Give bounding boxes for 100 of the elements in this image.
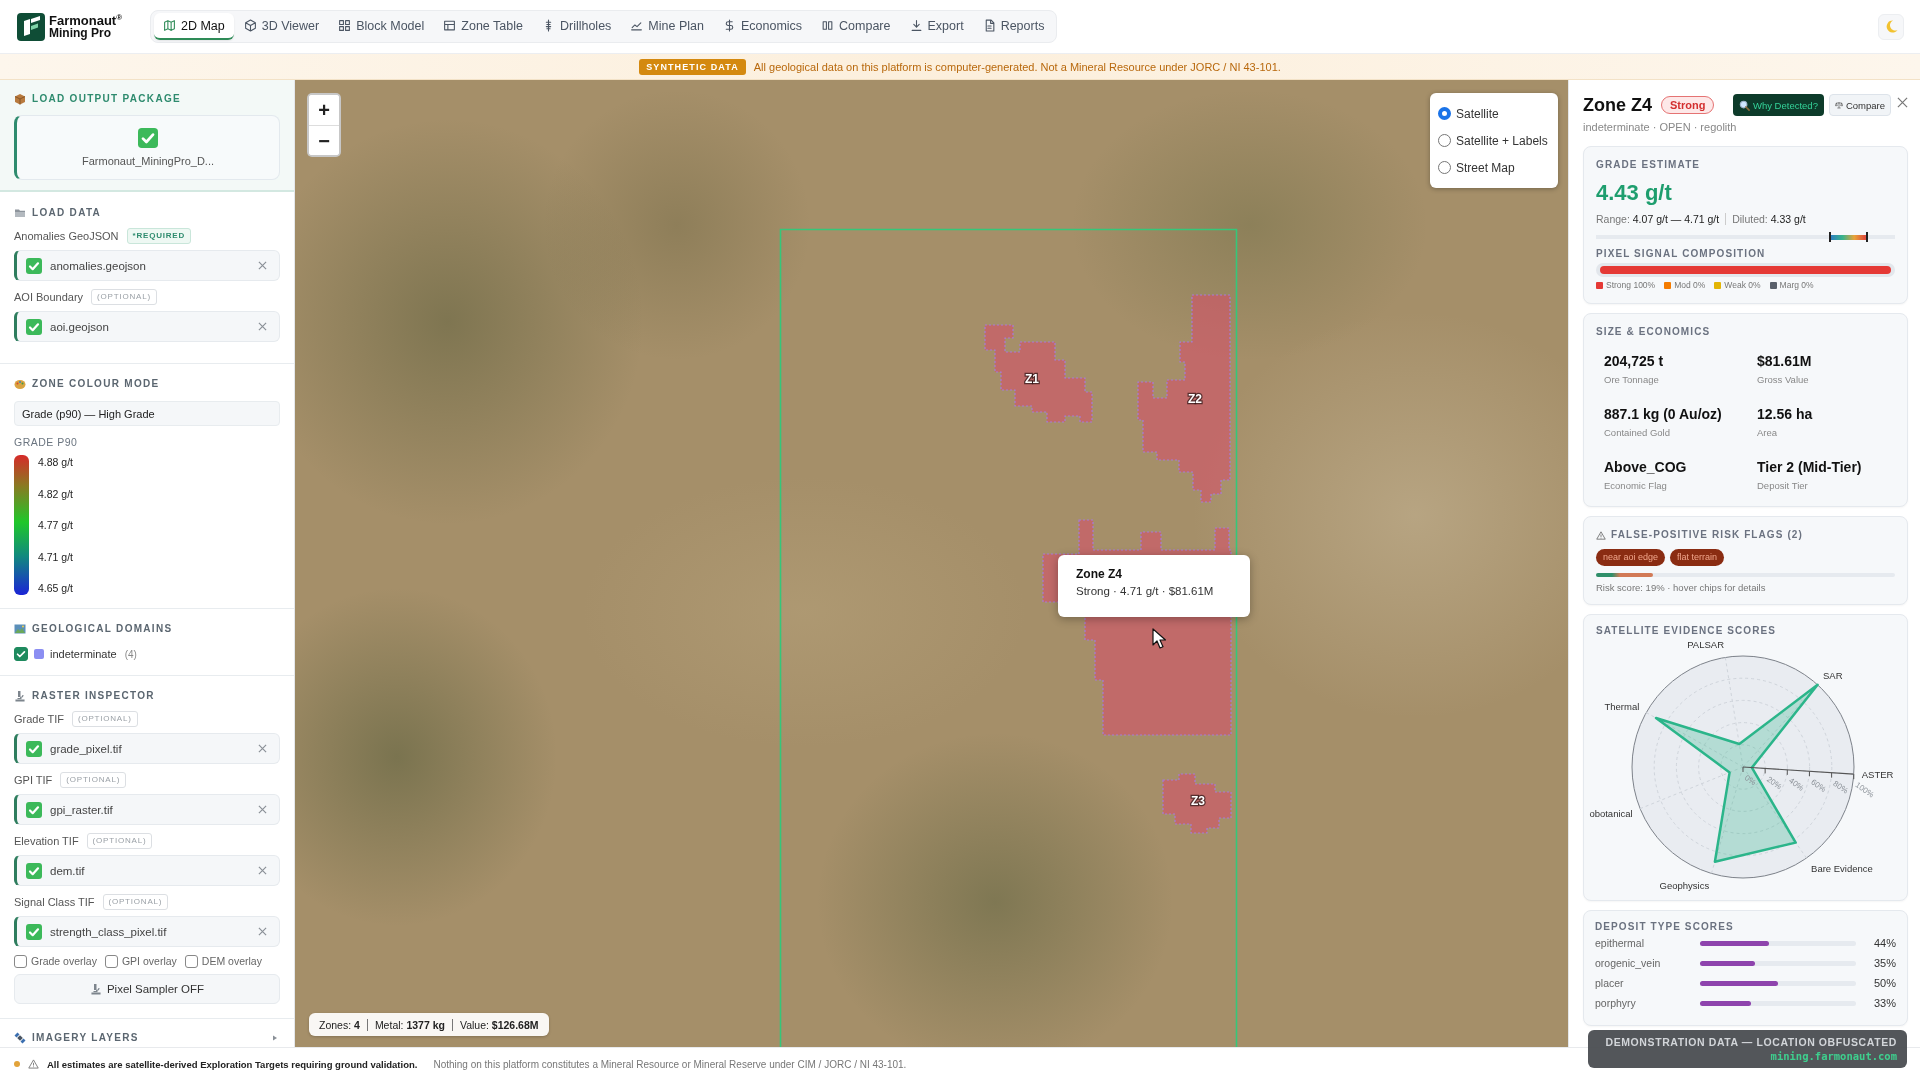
input-label: GPI TIF bbox=[14, 774, 53, 786]
close-icon[interactable] bbox=[258, 261, 267, 270]
section-heading: GEOLOGICAL DOMAINS bbox=[32, 622, 173, 636]
map-icon bbox=[163, 19, 176, 32]
metric-value: Above_COG bbox=[1604, 458, 1688, 476]
why-detected-button[interactable]: Why Detected? bbox=[1732, 94, 1824, 116]
close-icon[interactable] bbox=[258, 927, 267, 936]
tick-label: 60% bbox=[1809, 777, 1828, 795]
input-tag: (OPTIONAL) bbox=[60, 772, 127, 788]
close-icon[interactable] bbox=[258, 866, 267, 875]
card-heading: FALSE-POSITIVE RISK FLAGS (2) bbox=[1611, 529, 1803, 541]
compare-button[interactable]: Compare bbox=[1828, 94, 1891, 116]
layer-radio[interactable] bbox=[1438, 134, 1451, 147]
file-name: anomalies.geojson bbox=[50, 259, 146, 272]
risk-flag-chip[interactable]: flat terrain bbox=[1670, 549, 1725, 566]
nav-tab[interactable]: Export bbox=[900, 13, 973, 40]
satellite-icon bbox=[14, 1032, 26, 1044]
folder-icon bbox=[14, 207, 26, 219]
metric-label: Ore Tonnage bbox=[1604, 373, 1660, 386]
tooltip-title: Zone Z4 bbox=[1076, 567, 1123, 581]
file-name: gpi_raster.tif bbox=[50, 803, 113, 816]
domain-label: indeterminate bbox=[50, 648, 117, 660]
axis-label: ASTER bbox=[1861, 769, 1894, 781]
map-icon bbox=[14, 623, 26, 635]
warning-icon bbox=[1596, 530, 1606, 540]
metric-label: Gross Value bbox=[1757, 373, 1810, 386]
overlay-checkbox[interactable] bbox=[184, 954, 198, 968]
nav-tab[interactable]: Economics bbox=[713, 13, 812, 40]
axis-label: Thermal bbox=[1604, 700, 1640, 712]
colour-mode-select[interactable]: Grade (p90) — High Grade bbox=[14, 401, 280, 426]
input-tag: *REQUIRED bbox=[126, 228, 192, 244]
legal-note: Nothing on this platform constitutes a Mineral Resource or Mineral Reserve under CIM / JORC / NI 43-101. bbox=[433, 1058, 907, 1070]
input-label: Anomalies GeoJSON bbox=[14, 230, 119, 242]
nav-tab[interactable]: 2D Map bbox=[154, 13, 234, 40]
status-dot-icon bbox=[14, 1061, 20, 1067]
scale-icon bbox=[1834, 101, 1843, 109]
section-heading: ZONE COLOUR MODE bbox=[32, 377, 160, 391]
score-value: 35% bbox=[1872, 957, 1896, 969]
legend-label: Strong 100% bbox=[1606, 280, 1656, 290]
signal-badge: Strong bbox=[1661, 96, 1715, 114]
metric-value: 887.1 kg (0 Au/oz) bbox=[1604, 405, 1723, 423]
theme-toggle-button[interactable] bbox=[1878, 13, 1904, 40]
nav-tab[interactable]: Mine Plan bbox=[621, 13, 713, 40]
metric-label: Deposit Tier bbox=[1757, 479, 1809, 492]
risk-flag-chip[interactable]: near aoi edge bbox=[1596, 549, 1666, 566]
layer-radio[interactable] bbox=[1438, 107, 1451, 120]
grade-range-marker bbox=[1829, 232, 1869, 242]
legend-label: Weak 0% bbox=[1724, 280, 1761, 290]
layer-label: Street Map bbox=[1456, 160, 1515, 175]
zoom-out-button[interactable]: − bbox=[309, 125, 339, 155]
overlay-checkbox[interactable] bbox=[104, 954, 118, 968]
close-icon[interactable] bbox=[258, 322, 267, 331]
nav-tab[interactable]: Drillholes bbox=[532, 13, 621, 40]
legend-label: 4.71 g/t bbox=[38, 549, 74, 564]
input-label: AOI Boundary bbox=[14, 291, 84, 303]
close-icon[interactable] bbox=[258, 805, 267, 814]
nav-tab[interactable]: Reports bbox=[973, 13, 1054, 40]
card-heading: SIZE & ECONOMICS bbox=[1596, 326, 1712, 338]
zone-label: Z2 bbox=[1188, 392, 1202, 406]
package-card[interactable]: Farmonaut_MiningPro_D... bbox=[14, 115, 280, 180]
columns-icon bbox=[821, 19, 835, 32]
close-icon[interactable] bbox=[258, 744, 267, 753]
nav-tab[interactable]: Block Model bbox=[329, 13, 434, 40]
check-icon bbox=[138, 128, 158, 148]
legend-label: 4.65 g/t bbox=[38, 581, 74, 595]
synthetic-badge: SYNTHETIC DATA bbox=[639, 58, 746, 75]
file-name: strength_class_pixel.tif bbox=[50, 925, 167, 938]
zone-subtitle: indeterminate · OPEN · regolith bbox=[1583, 120, 1738, 134]
caret-icon[interactable] bbox=[272, 1035, 278, 1041]
input-tag: (OPTIONAL) bbox=[86, 833, 153, 849]
domain-checkbox[interactable] bbox=[14, 647, 28, 661]
metric-label: Economic Flag bbox=[1604, 479, 1668, 492]
map-stat: Metal: 1377 kg bbox=[366, 1018, 452, 1031]
nav-tab[interactable]: 3D Viewer bbox=[234, 13, 329, 40]
nav-tab[interactable]: Zone Table bbox=[434, 13, 532, 40]
section-heading: LOAD DATA bbox=[32, 206, 102, 220]
domain-count: (4) bbox=[124, 648, 137, 660]
file-name: dem.tif bbox=[50, 864, 85, 877]
legend-label: 4.88 g/t bbox=[38, 455, 74, 469]
file-name: aoi.geojson bbox=[50, 320, 109, 333]
pixel-sampler-button[interactable]: Pixel Sampler OFF bbox=[14, 974, 280, 1004]
input-tag: (OPTIONAL) bbox=[71, 711, 138, 727]
input-label: Signal Class TIF bbox=[14, 896, 95, 908]
check-icon bbox=[26, 740, 42, 757]
input-label: Grade TIF bbox=[14, 713, 64, 725]
close-icon[interactable] bbox=[1897, 96, 1908, 108]
tick-label: 40% bbox=[1787, 776, 1806, 793]
legend-title: GRADE P90 bbox=[14, 435, 79, 449]
map-stat: Value: $126.68M bbox=[451, 1018, 539, 1031]
overlay-checkbox[interactable] bbox=[14, 954, 27, 968]
table-icon bbox=[443, 19, 457, 32]
section-heading: RASTER INSPECTOR bbox=[32, 689, 155, 703]
legend-label: Marg 0% bbox=[1779, 280, 1814, 290]
palette-icon bbox=[14, 378, 26, 390]
layer-radio[interactable] bbox=[1438, 161, 1451, 174]
overlay-label: GPI overlay bbox=[121, 955, 177, 967]
nav-tab[interactable]: Compare bbox=[812, 13, 900, 40]
layer-label: Satellite + Labels bbox=[1456, 133, 1548, 148]
diluted-grade-text: Diluted: 4.33 g/t bbox=[1732, 213, 1806, 225]
metric-value: Tier 2 (Mid-Tier) bbox=[1757, 458, 1863, 476]
